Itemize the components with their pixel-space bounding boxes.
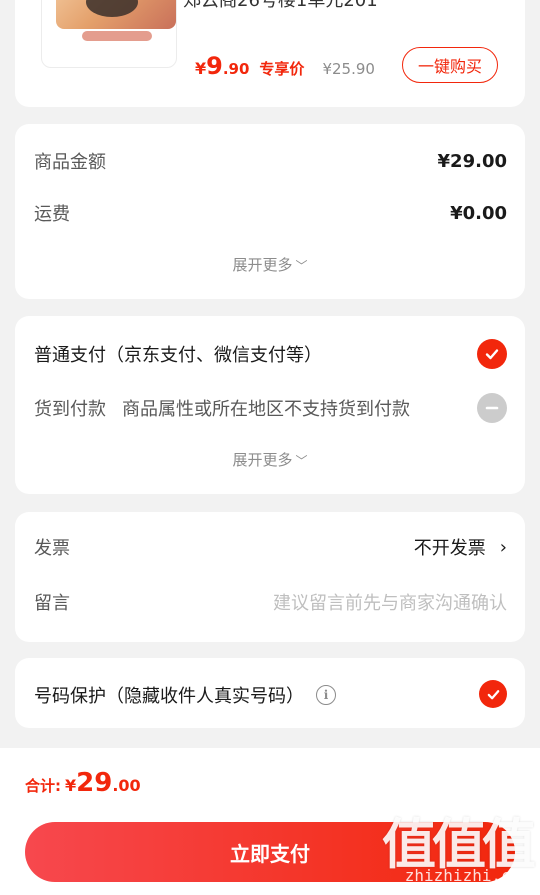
invoice-value: 不开发票	[413, 538, 486, 559]
cod-payment-row: 货到付款 商品属性或所在地区不支持货到付款	[34, 393, 507, 423]
message-label: 留言	[34, 593, 70, 614]
number-protection-row: 号码保护（隐藏收件人真实号码） i	[34, 680, 507, 710]
exclusive-price-tag: 专享价	[259, 60, 305, 78]
cod-note: 商品属性或所在地区不支持货到付款	[122, 399, 410, 420]
info-icon[interactable]: i	[316, 685, 336, 705]
total-label: 合计:	[25, 777, 61, 795]
fees-expand-label: 展开更多	[232, 256, 293, 274]
number-protection-check-icon[interactable]	[479, 680, 507, 708]
chevron-right-icon: ›	[499, 536, 507, 558]
shipping-label: 运费	[34, 204, 70, 225]
watermark-url: zhizhizhi.com	[404, 866, 530, 885]
normal-payment-label: 普通支付（京东支付、微信支付等）	[34, 345, 322, 366]
goods-amount-value: ¥29.00	[437, 150, 507, 172]
payment-expand-more[interactable]: 展开更多 ﹀	[15, 449, 525, 470]
message-row[interactable]: 留言 建议留言前先与商家沟通确认	[34, 587, 507, 617]
fee-summary-card: 商品金额 ¥29.00 运费 ¥0.00 展开更多 ﹀	[15, 124, 525, 299]
product-image-detail	[82, 31, 152, 41]
normal-payment-row[interactable]: 普通支付（京东支付、微信支付等）	[34, 339, 507, 369]
order-total: 合计: ¥29.00	[25, 768, 141, 798]
chevron-down-icon: ﹀	[295, 259, 308, 273]
total-amount: ¥29.00	[65, 768, 141, 798]
product-card: 郑云阁26号楼1单元201 ¥9.90 专享价 ¥25.90 一键购买	[15, 0, 525, 107]
fees-expand-more[interactable]: 展开更多 ﹀	[15, 254, 525, 275]
shipping-value: ¥0.00	[450, 202, 507, 224]
normal-payment-check-icon[interactable]	[477, 339, 507, 369]
price-row: ¥9.90 专享价 ¥25.90	[195, 52, 375, 82]
product-image	[56, 0, 176, 29]
invoice-message-card: 发票 不开发票 › 留言 建议留言前先与商家沟通确认	[15, 512, 525, 642]
number-protection-label: 号码保护（隐藏收件人真实号码）	[34, 686, 304, 707]
one-click-buy-button[interactable]: 一键购买	[402, 47, 498, 83]
product-thumbnail[interactable]	[41, 0, 177, 68]
payment-method-card: 普通支付（京东支付、微信支付等） 货到付款 商品属性或所在地区不支持货到付款 展…	[15, 316, 525, 494]
shipping-row: 运费 ¥0.00	[34, 198, 507, 228]
cod-disabled-icon	[477, 393, 507, 423]
invoice-label: 发票	[34, 538, 70, 559]
original-price: ¥25.90	[322, 60, 375, 78]
goods-amount-label: 商品金额	[34, 152, 106, 173]
chevron-down-icon: ﹀	[295, 454, 308, 468]
exclusive-price: ¥9.90	[195, 52, 250, 80]
address-text: 郑云阁26号楼1单元201	[183, 0, 378, 11]
message-input[interactable]: 建议留言前先与商家沟通确认	[273, 589, 507, 615]
invoice-row[interactable]: 发票 不开发票 ›	[34, 532, 507, 562]
goods-amount-row: 商品金额 ¥29.00	[34, 146, 507, 176]
cod-label: 货到付款	[34, 399, 106, 420]
payment-expand-label: 展开更多	[232, 451, 293, 469]
number-protection-card: 号码保护（隐藏收件人真实号码） i	[15, 658, 525, 728]
